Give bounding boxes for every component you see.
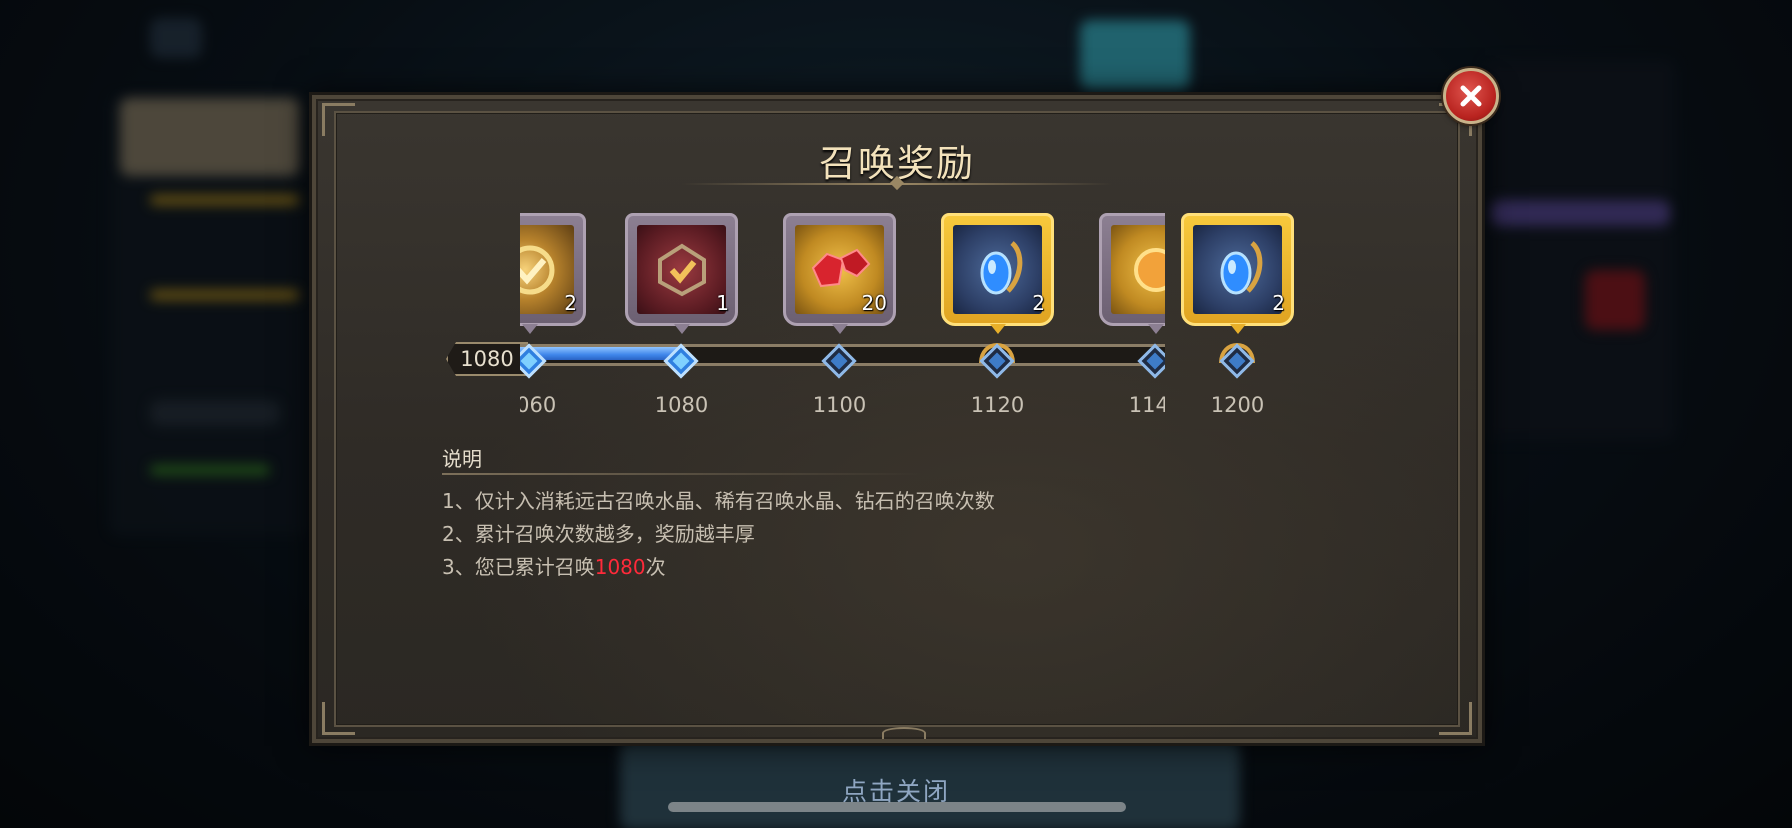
reward-count: 2 — [564, 291, 577, 315]
reward-item-1080[interactable]: 1 1080 — [625, 213, 738, 413]
reward-card[interactable]: 1 — [625, 213, 738, 326]
reward-image — [637, 225, 726, 314]
progress-node — [1135, 341, 1165, 381]
description-line-3-suffix: 次 — [645, 555, 666, 579]
home-indicator[interactable] — [668, 802, 1126, 812]
progress-node — [819, 341, 859, 381]
summon-count-value: 1080 — [594, 555, 646, 579]
reward-card[interactable]: 2 — [520, 213, 586, 326]
reward-item-1120[interactable]: 2 1120 — [941, 213, 1054, 413]
card-pointer — [1148, 324, 1164, 334]
summon-reward-dialog: 召唤奖励 1080 2 1060 — [309, 92, 1485, 746]
reward-item-1200-milestone[interactable]: 2 1200 — [1181, 213, 1294, 417]
blue-crystal-icon — [953, 225, 1042, 314]
tier-label: 1200 — [1210, 393, 1265, 417]
description-line-2: 2、累计召唤次数越多，奖励越丰厚 — [442, 522, 755, 546]
tier-label: 1140 — [1128, 393, 1165, 413]
reward-item-1100[interactable]: 20 1100 — [783, 213, 896, 413]
tier-label: 1100 — [812, 393, 867, 413]
progress-node-milestone — [977, 341, 1017, 381]
crimson-relic-icon — [637, 225, 726, 314]
frame-corner — [322, 702, 355, 735]
card-pointer — [990, 324, 1006, 334]
description-line-3: 3、您已累计召唤1080次 — [442, 551, 666, 580]
reward-item-1060[interactable]: 2 1060 — [520, 213, 586, 413]
reward-item-1140[interactable]: 1140 — [1099, 213, 1165, 413]
reward-image — [953, 225, 1042, 314]
blue-crystal-icon — [1193, 225, 1282, 314]
reward-card[interactable]: 20 — [783, 213, 896, 326]
close-button[interactable] — [1443, 68, 1499, 124]
reward-card[interactable]: 2 — [941, 213, 1054, 326]
frame-corner — [1439, 702, 1472, 735]
current-count-tag: 1080 — [446, 342, 528, 376]
card-pointer — [832, 324, 848, 334]
reward-count: 1 — [716, 291, 729, 315]
tier-label: 1060 — [520, 393, 557, 413]
progress-node-reached — [661, 341, 701, 381]
reward-card[interactable]: 2 — [1181, 213, 1294, 326]
amber-relic-icon — [1111, 225, 1165, 314]
description-heading: 说明 — [442, 447, 482, 471]
reward-image — [1193, 225, 1282, 314]
description-line-1: 1、仅计入消耗远古召唤水晶、稀有召唤水晶、钻石的召唤次数 — [442, 489, 995, 513]
reward-count: 2 — [1032, 291, 1045, 315]
reward-count: 20 — [861, 291, 887, 315]
frame-corner — [322, 103, 355, 136]
bottom-ornament — [882, 727, 926, 739]
card-pointer — [522, 324, 538, 334]
card-pointer — [674, 324, 690, 334]
reward-card[interactable] — [1099, 213, 1165, 326]
tier-label: 1120 — [970, 393, 1025, 413]
close-icon — [1460, 85, 1482, 107]
progress-node-milestone — [1217, 341, 1257, 381]
description-divider — [442, 473, 922, 475]
tier-label: 1080 — [654, 393, 709, 413]
reward-count: 2 — [1272, 291, 1285, 315]
reward-image — [1111, 225, 1165, 314]
dialog-inner-frame — [334, 111, 1460, 727]
reward-track[interactable]: 2 1060 1 1080 — [520, 213, 1165, 413]
description-line-3-prefix: 3、您已累计召唤 — [442, 555, 595, 579]
progress-node-reached — [520, 341, 549, 381]
card-pointer — [1230, 324, 1246, 334]
